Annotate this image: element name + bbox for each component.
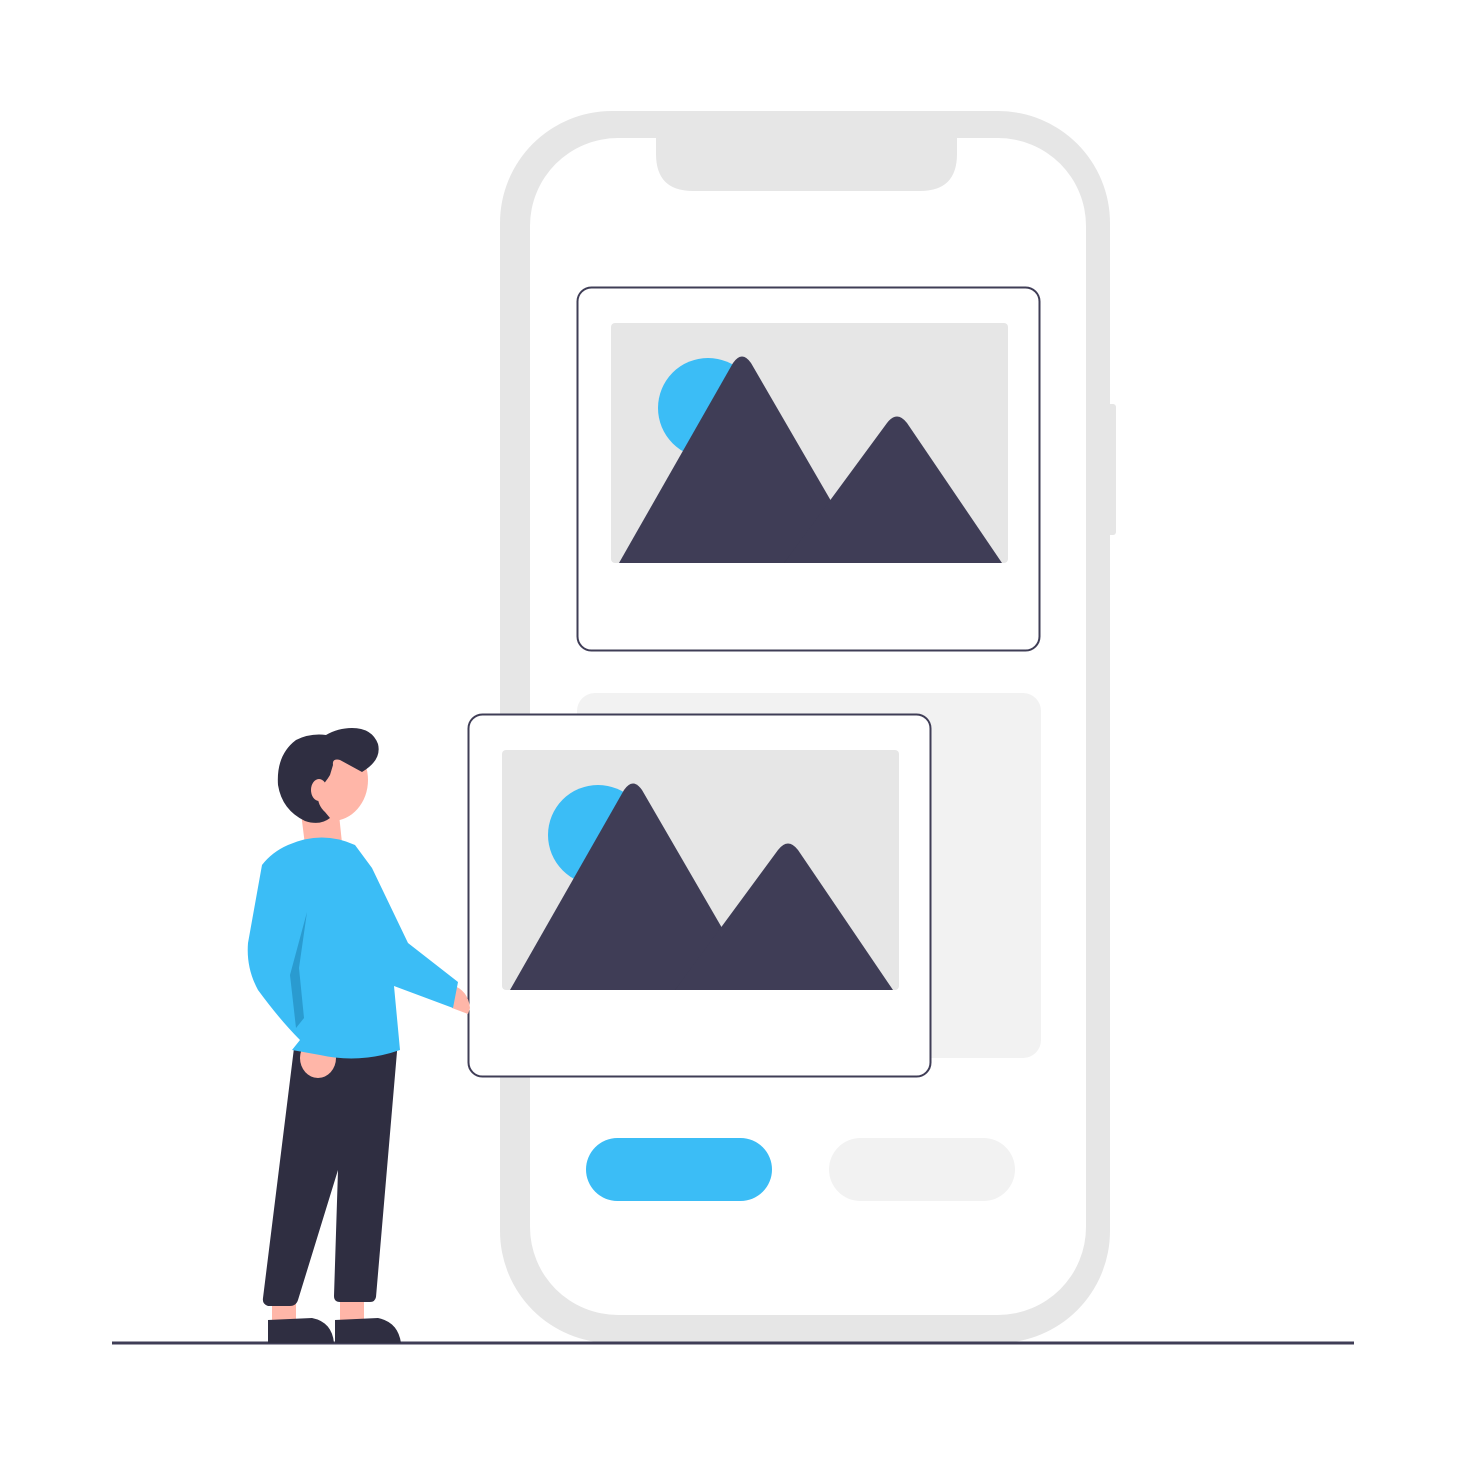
ear	[311, 779, 327, 801]
left-shoe	[268, 1318, 334, 1343]
primary-button[interactable]	[586, 1138, 772, 1201]
illustration	[0, 0, 1466, 1457]
secondary-button[interactable]	[829, 1138, 1015, 1201]
image-card-top[interactable]	[576, 286, 1041, 652]
right-shoe	[335, 1318, 401, 1343]
phone-notch	[656, 138, 957, 191]
image-card-floating[interactable]	[467, 713, 932, 1078]
shirt	[247, 837, 458, 1059]
person	[247, 728, 470, 1343]
pants	[262, 1040, 398, 1306]
illustration-canvas	[112, 111, 1354, 1345]
